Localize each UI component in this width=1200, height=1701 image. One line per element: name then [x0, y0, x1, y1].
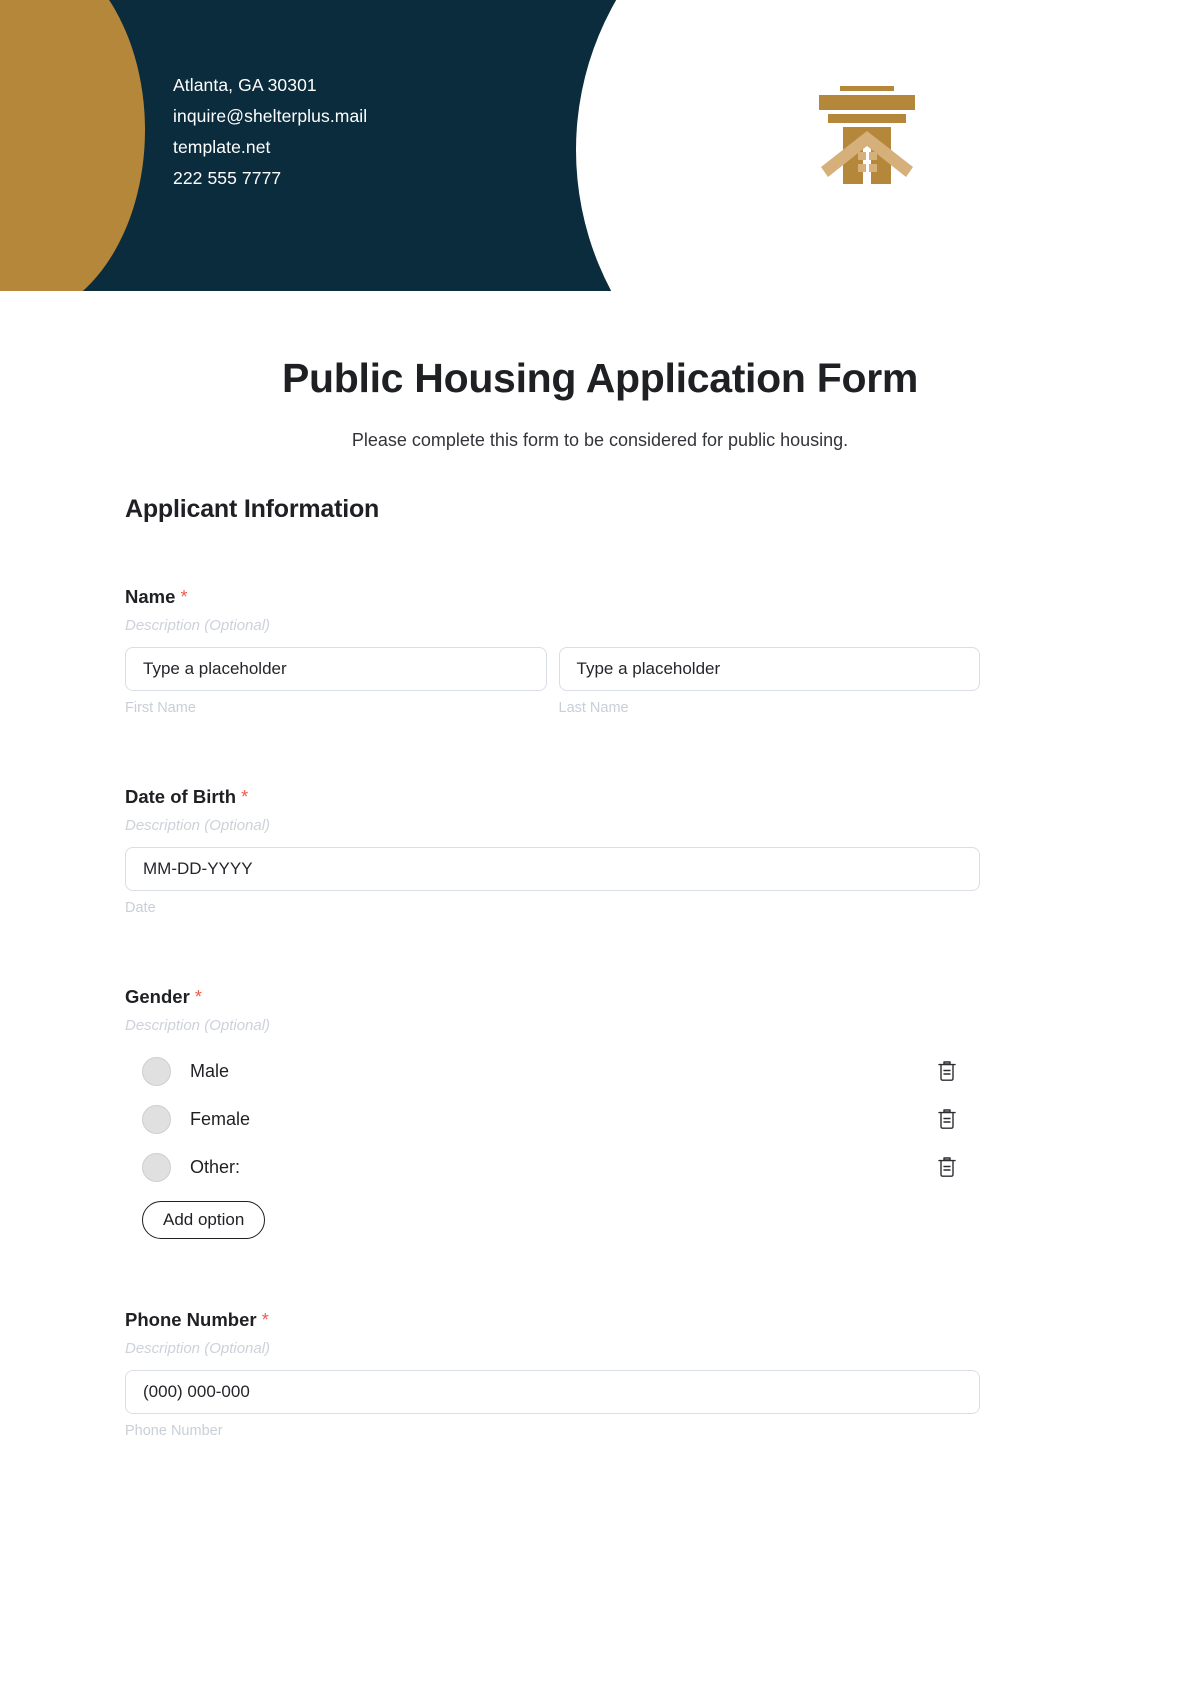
required-asterisk: * — [180, 587, 188, 607]
contact-website: template.net — [173, 137, 271, 157]
field-label-name-text: Name — [125, 586, 176, 607]
field-description-date-of-birth: Description (Optional) — [125, 817, 271, 834]
required-asterisk: * — [194, 987, 202, 1007]
contact-phone: 222 555 7777 — [173, 168, 282, 188]
date-of-birth-sub-label: Date — [125, 900, 156, 916]
field-label-name: Name * — [125, 586, 980, 608]
delete-option-trash-icon[interactable] — [936, 1107, 958, 1131]
page-title: Public Housing Application Form — [281, 355, 919, 401]
field-description-name: Description (Optional) — [125, 617, 271, 634]
delete-option-trash-icon[interactable] — [936, 1155, 958, 1179]
first-name-group: Type a placeholder First Name — [125, 647, 547, 716]
field-label-phone-number-text: Phone Number — [125, 1309, 257, 1330]
section-title-applicant-information: Applicant Information — [125, 495, 380, 523]
field-description-gender: Description (Optional) — [125, 1017, 271, 1034]
radio-button-icon[interactable] — [142, 1104, 171, 1134]
gender-option-row[interactable]: Female — [125, 1095, 980, 1143]
field-label-gender: Gender * — [125, 986, 980, 1008]
date-of-birth-input[interactable]: MM-DD-YYYY — [125, 847, 980, 891]
phone-number-input[interactable]: (000) 000-000 — [125, 1370, 980, 1414]
field-label-date-of-birth: Date of Birth * — [125, 786, 980, 808]
field-label-gender-text: Gender — [125, 986, 190, 1007]
add-option-button[interactable]: Add option — [142, 1201, 266, 1239]
contact-info-block: Atlanta, GA 30301 inquire@shelterplus.ma… — [173, 70, 593, 194]
first-name-sub-label: First Name — [125, 700, 196, 716]
field-description-phone-number: Description (Optional) — [125, 1340, 271, 1357]
gender-option-label: Male — [190, 1060, 230, 1081]
required-asterisk: * — [241, 787, 249, 807]
contact-email: inquire@shelterplus.mail — [173, 106, 368, 126]
phone-number-sub-label: Phone Number — [125, 1423, 223, 1439]
last-name-sub-label: Last Name — [558, 700, 629, 716]
gender-option-label: Other: — [190, 1156, 241, 1177]
gender-option-row[interactable]: Male — [125, 1047, 980, 1095]
first-name-input[interactable]: Type a placeholder — [125, 647, 547, 691]
radio-button-icon[interactable] — [142, 1152, 171, 1182]
name-inputs-row: Type a placeholder First Name Type a pla… — [125, 647, 980, 716]
application-form: Applicant Information Name * Description… — [125, 495, 980, 1439]
field-gender: Gender * Description (Optional) Male Fem… — [125, 986, 980, 1239]
gender-option-label: Female — [190, 1108, 251, 1129]
field-label-date-of-birth-text: Date of Birth — [125, 786, 236, 807]
contact-address: Atlanta, GA 30301 — [173, 75, 317, 95]
gender-option-row[interactable]: Other: — [125, 1143, 980, 1191]
field-date-of-birth: Date of Birth * Description (Optional) M… — [125, 786, 980, 916]
shelter-temple-logo-icon — [807, 86, 927, 194]
page-header: Atlanta, GA 30301 inquire@shelterplus.ma… — [0, 0, 1200, 291]
field-phone-number: Phone Number * Description (Optional) (0… — [125, 1309, 980, 1439]
radio-button-icon[interactable] — [142, 1056, 171, 1086]
last-name-input[interactable]: Type a placeholder — [558, 647, 980, 691]
page-subtitle: Please complete this form to be consider… — [351, 430, 849, 450]
field-name: Name * Description (Optional) Type a pla… — [125, 586, 980, 716]
required-asterisk: * — [261, 1310, 269, 1330]
delete-option-trash-icon[interactable] — [936, 1059, 958, 1083]
field-label-phone-number: Phone Number * — [125, 1309, 980, 1331]
last-name-group: Type a placeholder Last Name — [558, 647, 980, 716]
